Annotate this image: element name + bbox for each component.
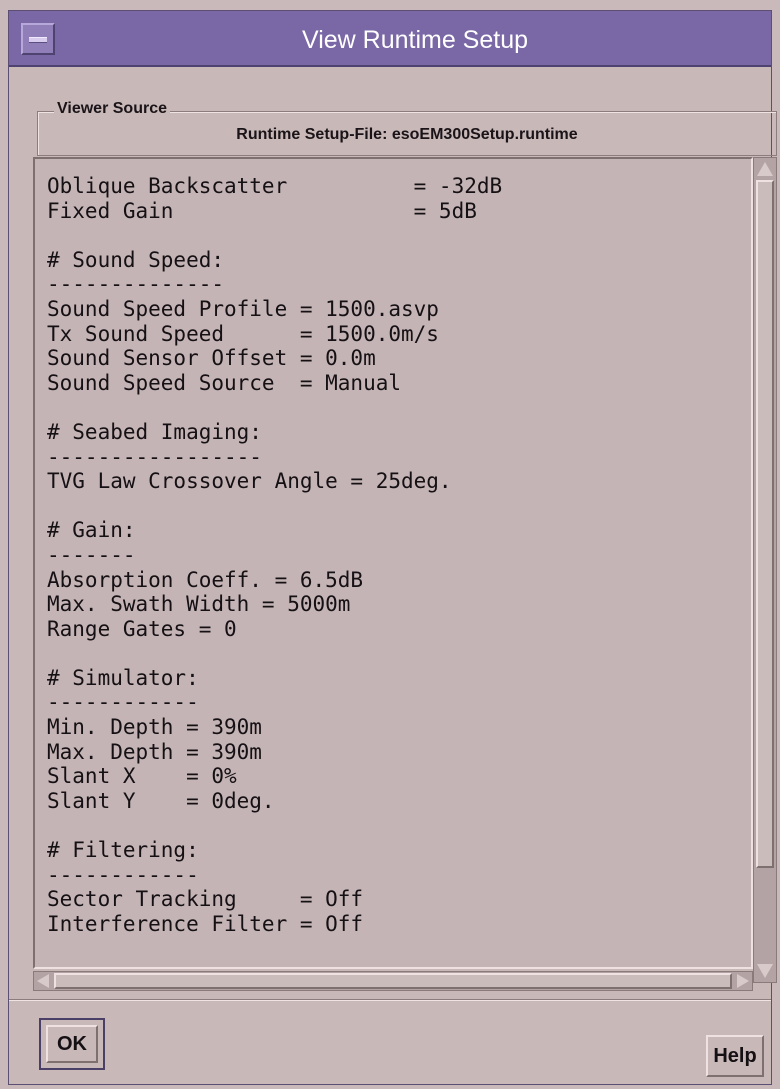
setup-line: Sound Speed Source = Manual	[47, 370, 402, 395]
runtime-setup-content: Oblique Backscatter = -32dB Fixed Gain =…	[47, 174, 502, 936]
setup-line: TVG Law Crossover Angle = 25deg.	[47, 469, 452, 494]
setup-line: ------------	[47, 862, 199, 887]
setup-line: Absorption Coeff. = 6.5dB	[47, 567, 364, 592]
horizontal-scroll-thumb[interactable]	[54, 973, 732, 989]
title-bar[interactable]: View Runtime Setup	[9, 11, 771, 67]
setup-line: Sector Tracking = Off	[47, 887, 364, 912]
scroll-down-icon[interactable]	[757, 964, 773, 978]
setup-line: # Simulator:	[47, 665, 199, 690]
window-title: View Runtime Setup	[301, 26, 529, 54]
vertical-scroll-thumb[interactable]	[756, 180, 774, 868]
setup-line: Sound Sensor Offset = 0.0m	[47, 346, 376, 371]
ok-button-default-frame: OK	[39, 1018, 105, 1070]
setup-line: -------	[47, 542, 136, 567]
button-separator	[9, 999, 771, 1001]
setup-line: -----------------	[47, 444, 262, 469]
setup-line: --------------	[47, 272, 225, 297]
setup-line: Tx Sound Speed = 1500.0m/s	[47, 321, 439, 346]
setup-line: Sound Speed Profile = 1500.asvp	[47, 296, 439, 321]
setup-line: # Gain:	[47, 518, 136, 543]
setup-line: Max. Depth = 390m	[47, 739, 262, 764]
viewer-source-group: Viewer Source Runtime Setup-File: esoEM3…	[37, 100, 777, 156]
window-menu-icon[interactable]	[21, 23, 55, 55]
runtime-setup-file: Runtime Setup-File: esoEM300Setup.runtim…	[236, 126, 578, 143]
horizontal-scrollbar[interactable]	[33, 971, 753, 991]
setup-line: # Filtering:	[47, 838, 199, 863]
setup-line: Range Gates = 0	[47, 616, 237, 641]
ok-button[interactable]: OK	[46, 1025, 98, 1063]
runtime-setup-text-area[interactable]: Oblique Backscatter = -32dB Fixed Gain =…	[33, 157, 753, 969]
scroll-up-icon[interactable]	[757, 162, 773, 176]
setup-line: Interference Filter = Off	[47, 911, 364, 936]
setup-line: # Seabed Imaging:	[47, 419, 262, 444]
setup-line: ------------	[47, 690, 199, 715]
help-button[interactable]: Help	[706, 1035, 764, 1077]
viewer-source-label: Viewer Source	[54, 100, 170, 118]
setup-line: Oblique Backscatter = -32dB	[47, 174, 503, 198]
scroll-left-icon[interactable]	[37, 974, 49, 988]
setup-line: Slant X = 0%	[47, 764, 237, 789]
setup-line: Min. Depth = 390m	[47, 715, 262, 740]
setup-line: Fixed Gain = 5dB	[47, 198, 477, 223]
vertical-scrollbar[interactable]	[753, 157, 777, 983]
scroll-right-icon[interactable]	[737, 974, 749, 988]
setup-line: Max. Swath Width = 5000m	[47, 592, 351, 617]
setup-line: Slant Y = 0deg.	[47, 788, 275, 813]
runtime-setup-window: View Runtime Setup Viewer Source Runtime…	[8, 10, 777, 1085]
setup-line: # Sound Speed:	[47, 247, 225, 272]
